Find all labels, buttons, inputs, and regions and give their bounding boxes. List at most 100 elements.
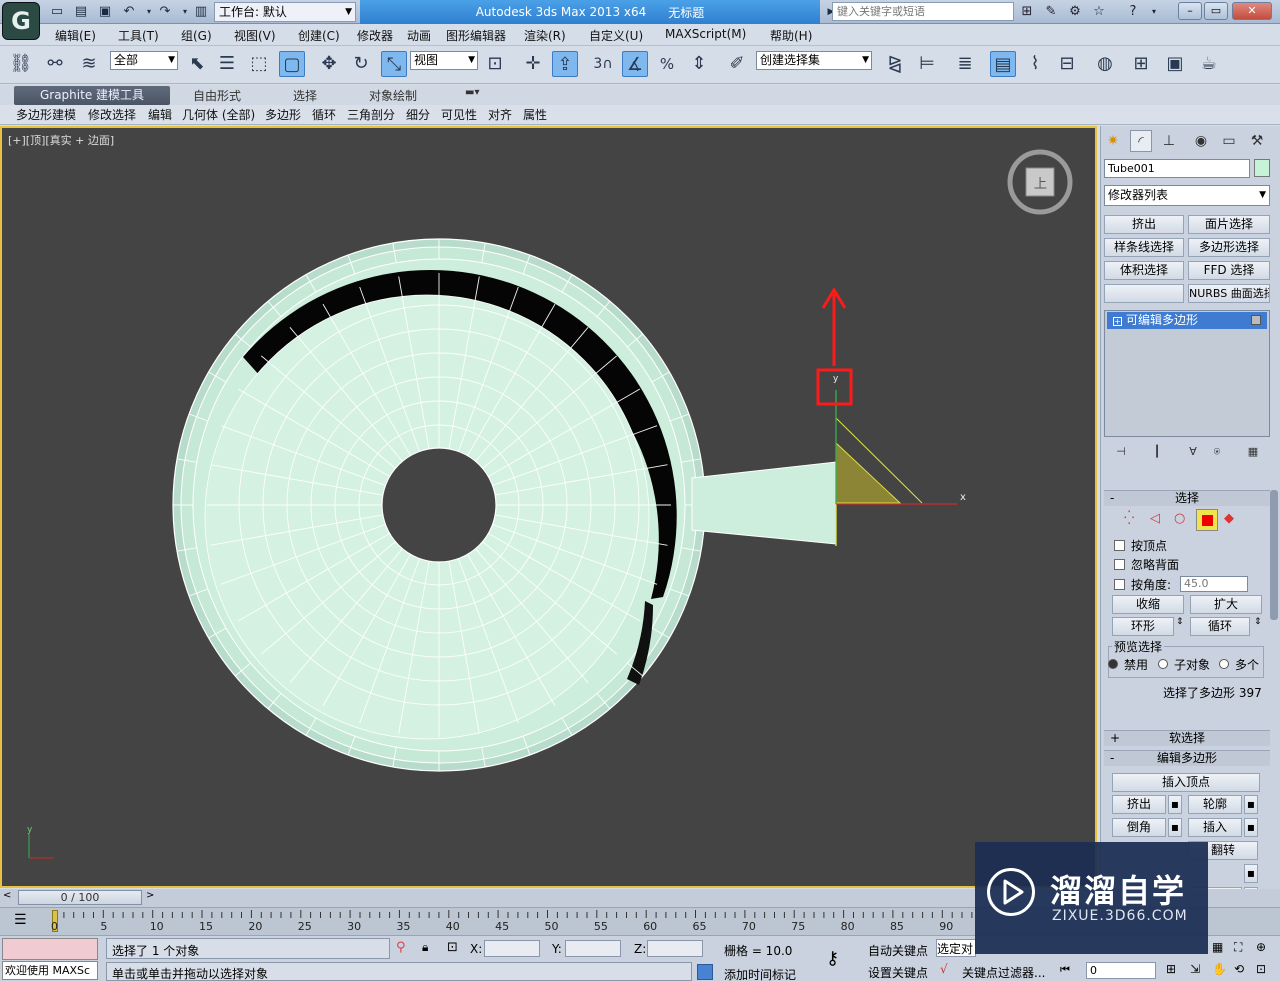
render-setup-icon[interactable]: ⊞: [1128, 51, 1154, 77]
nurbs-surface-select-button[interactable]: NURBS 曲面选择: [1188, 284, 1270, 303]
time-tag-icon[interactable]: [697, 964, 713, 980]
element-subobject-icon[interactable]: ◆: [1224, 511, 1234, 526]
new-file-icon[interactable]: ▭: [48, 3, 66, 21]
app-logo-icon[interactable]: G: [2, 2, 40, 40]
menu-group[interactable]: 组(G): [181, 27, 212, 44]
panel-geometry-all[interactable]: 几何体 (全部): [182, 106, 255, 123]
align-icon[interactable]: ⊨: [914, 51, 940, 77]
make-unique-icon[interactable]: ∀: [1184, 445, 1202, 461]
time-next-icon[interactable]: >: [146, 890, 154, 901]
bevel-button[interactable]: 倒角: [1112, 818, 1166, 837]
rendered-frame-icon[interactable]: ▣: [1162, 51, 1188, 77]
menu-edit[interactable]: 编辑(E): [55, 27, 96, 44]
preview-off-radio[interactable]: 禁用: [1108, 655, 1148, 673]
reference-coordinate-dropdown[interactable]: 视图 ▼: [410, 51, 478, 70]
command-panel-scrollbar[interactable]: [1270, 490, 1278, 620]
pin-stack-icon[interactable]: ⊣: [1112, 445, 1130, 461]
top-viewport[interactable]: [+][顶][真实 + 边面] x y 上 y: [0, 126, 1097, 888]
extrude-button[interactable]: 挤出: [1112, 795, 1166, 814]
viewcube-icon[interactable]: 上: [1007, 149, 1073, 215]
subscription-icon[interactable]: ⚙: [1066, 3, 1084, 21]
selection-lock-icon[interactable]: 🔒︎: [422, 940, 428, 955]
spline-select-button[interactable]: 样条线选择: [1104, 238, 1184, 257]
pan-view-icon[interactable]: ✋: [1212, 962, 1227, 976]
menu-help[interactable]: 帮助(H): [770, 27, 812, 44]
tab-object-paint[interactable]: 对象绘制: [369, 87, 417, 104]
favorites-star-icon[interactable]: ☆: [1090, 3, 1108, 21]
preview-subobject-radio[interactable]: 子对象: [1158, 655, 1210, 673]
select-object-icon[interactable]: ⬉: [184, 51, 210, 77]
curve-editor-icon[interactable]: ⌇: [1022, 51, 1048, 77]
utilities-tab-icon[interactable]: ⚒: [1246, 130, 1268, 152]
isolate-selection-icon[interactable]: ⚲: [396, 940, 406, 955]
configure-modifier-sets-icon[interactable]: ▦: [1244, 445, 1262, 461]
show-end-result-icon[interactable]: ┃: [1148, 445, 1166, 461]
insert-vertex-button[interactable]: 插入顶点: [1112, 773, 1260, 792]
hierarchy-tab-icon[interactable]: ⊥: [1158, 130, 1180, 152]
menu-modifiers[interactable]: 修改器: [357, 27, 393, 44]
graphite-toggle-icon[interactable]: ▤: [990, 51, 1016, 77]
outline-button[interactable]: 轮廓: [1188, 795, 1242, 814]
tab-graphite-modeling[interactable]: Graphite 建模工具: [14, 86, 170, 105]
menu-maxscript[interactable]: MAXScript(M): [665, 27, 746, 41]
field-of-view-icon[interactable]: ⊕: [1256, 940, 1266, 954]
remove-modifier-icon[interactable]: ⍟: [1208, 445, 1226, 461]
preview-multi-radio[interactable]: 多个: [1219, 655, 1259, 673]
panel-edit[interactable]: 编辑: [148, 106, 172, 123]
y-coord-field[interactable]: [565, 940, 621, 957]
maximize-button[interactable]: ▭: [1204, 2, 1228, 20]
display-tab-icon[interactable]: ▭: [1218, 130, 1240, 152]
border-subobject-icon[interactable]: ○: [1174, 511, 1185, 526]
loop-button[interactable]: 循环: [1190, 617, 1250, 636]
modify-tab-icon[interactable]: ◜: [1130, 130, 1152, 152]
maxscript-mini-listener[interactable]: 欢迎使用 MAXSc: [2, 961, 98, 980]
select-by-name-icon[interactable]: ☰: [214, 51, 240, 77]
maximize-viewport-icon[interactable]: ⊡: [1256, 962, 1266, 976]
open-mini-curve-editor-icon[interactable]: ☰: [14, 912, 27, 928]
viewport-canvas[interactable]: x y 上 y: [2, 128, 1095, 886]
by-angle-checkbox[interactable]: 按角度:: [1114, 575, 1171, 593]
select-and-manipulate-icon[interactable]: ✛: [520, 51, 546, 77]
expand-plus-icon[interactable]: +: [1113, 317, 1122, 326]
save-file-icon[interactable]: ▣: [96, 3, 114, 21]
named-selection-dropdown[interactable]: 创建选择集 ▼: [756, 51, 872, 70]
stack-item-toggle-icon[interactable]: [1251, 315, 1261, 325]
empty-modifier-button[interactable]: [1104, 284, 1184, 303]
object-name-field[interactable]: Tube001: [1104, 159, 1250, 178]
panel-loops[interactable]: 循环: [312, 106, 336, 123]
ribbon-options-icon[interactable]: ▬▾: [465, 87, 479, 98]
orbit-icon[interactable]: ⟲: [1234, 962, 1244, 976]
modifier-list-dropdown[interactable]: 修改器列表 ▼: [1104, 185, 1270, 206]
undo-icon[interactable]: ↶: [120, 3, 138, 21]
inset-settings-icon[interactable]: ▪: [1244, 818, 1258, 837]
shrink-button[interactable]: 收缩: [1112, 595, 1184, 614]
add-time-tag-text[interactable]: 添加时间标记: [724, 966, 796, 981]
select-and-move-icon[interactable]: ✥: [316, 51, 342, 77]
help-icon[interactable]: ?: [1124, 3, 1142, 21]
grow-button[interactable]: 扩大: [1190, 595, 1262, 614]
window-crossing-icon[interactable]: ▢: [279, 51, 305, 77]
edit-named-selection-icon[interactable]: ✐: [724, 51, 750, 77]
loop-spinner-icon[interactable]: ⇕: [1254, 617, 1262, 627]
panel-modify-selection[interactable]: 修改选择: [88, 106, 136, 123]
open-file-icon[interactable]: ▤: [72, 3, 90, 21]
binoculars-icon[interactable]: ⊞: [1018, 3, 1036, 21]
patch-select-button[interactable]: 面片选择: [1188, 215, 1270, 234]
help-dropdown-icon[interactable]: ▾: [1145, 3, 1163, 21]
schematic-view-icon[interactable]: ⊟: [1054, 51, 1080, 77]
zoom-extents-icon[interactable]: ⇲: [1190, 962, 1200, 976]
extrude-settings-icon[interactable]: ▪: [1168, 795, 1182, 814]
select-and-rotate-icon[interactable]: ↻: [348, 51, 374, 77]
current-frame-field[interactable]: 0: [1086, 962, 1156, 979]
angle-spinner[interactable]: 45.0: [1180, 576, 1248, 592]
percent-snap-icon[interactable]: %: [654, 51, 680, 77]
create-tab-icon[interactable]: ✷: [1102, 130, 1124, 152]
panel-visibility[interactable]: 可见性: [441, 106, 477, 123]
outline-settings-icon[interactable]: ▪: [1244, 795, 1258, 814]
set-key-button[interactable]: 设置关键点: [868, 964, 928, 981]
absolute-mode-icon[interactable]: ⊡: [447, 940, 458, 955]
angle-snap-icon[interactable]: ∡: [622, 51, 648, 77]
poly-select-button[interactable]: 多边形选择: [1188, 238, 1270, 257]
motion-tab-icon[interactable]: ◉: [1190, 130, 1212, 152]
key-filter-icon[interactable]: √: [940, 962, 948, 976]
